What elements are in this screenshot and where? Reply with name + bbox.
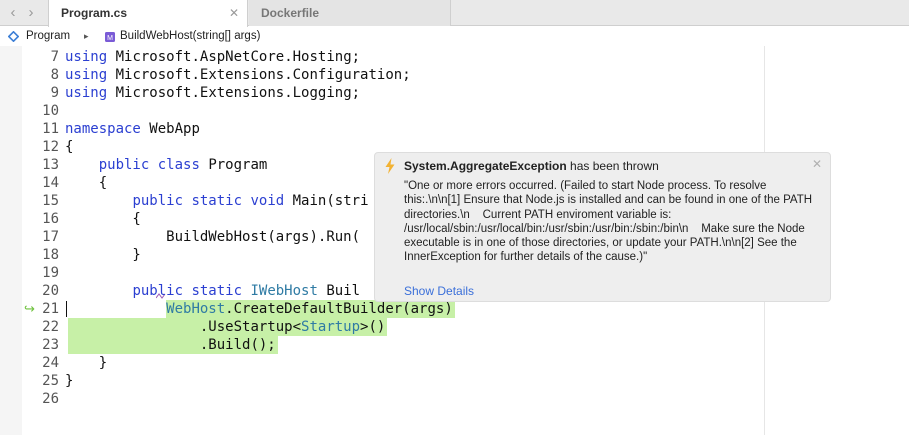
line-number: 22 [42, 319, 59, 335]
exception-suffix: has been thrown [566, 159, 659, 173]
code-line[interactable]: 25} [22, 372, 882, 390]
breadcrumb: Program ▸ M BuildWebHost(string[] args) [0, 27, 909, 46]
editor-margin [0, 46, 22, 435]
code-text: { [65, 139, 74, 155]
forward-arrow-icon[interactable]: › [22, 4, 40, 22]
code-text: using Microsoft.AspNetCore.Hosting; [65, 49, 361, 65]
line-number: 23 [42, 337, 59, 353]
line-number: 18 [42, 247, 59, 263]
code-line[interactable]: 7 using Microsoft.AspNetCore.Hosting; [22, 48, 882, 66]
namespace-diamond-icon [8, 31, 19, 42]
code-text: public static IWebHost Buil [132, 283, 361, 299]
line-number: 16 [42, 211, 59, 227]
tab-program-cs[interactable]: Program.cs ✕ [48, 0, 248, 27]
code-text: BuildWebHost(args).Run( [166, 229, 361, 245]
line-number: 10 [42, 103, 59, 119]
code-line[interactable]: 11 namespace WebApp [22, 120, 882, 138]
exception-title: System.AggregateException has been throw… [404, 159, 659, 173]
line-number: 13 [42, 157, 59, 173]
close-icon[interactable]: ✕ [812, 157, 822, 171]
line-number: 24 [42, 355, 59, 371]
execution-pointer-icon: ↪ [24, 301, 35, 316]
tab-bar: ‹ › Program.cs ✕ Dockerfile [0, 0, 909, 27]
lightning-bolt-icon [385, 158, 395, 174]
line-number: 11 [42, 121, 59, 137]
line-number: 26 [42, 391, 59, 407]
code-line[interactable]: 21 ↪ WebHost.CreateDefaultBuilder(args) [22, 300, 882, 318]
code-line[interactable]: 22 .UseStartup<Startup>() [22, 318, 882, 336]
code-text: { [65, 175, 108, 191]
line-number: 15 [42, 193, 59, 209]
breadcrumb-namespace[interactable]: Program [26, 27, 70, 46]
exception-type: System.AggregateException [404, 159, 567, 173]
code-text: } [65, 373, 74, 389]
tab-dockerfile[interactable]: Dockerfile [249, 0, 451, 26]
code-text: WebHost.CreateDefaultBuilder(args) [166, 301, 453, 317]
close-icon[interactable]: ✕ [229, 0, 239, 26]
code-text: { [65, 211, 141, 227]
code-line[interactable]: 10 [22, 102, 882, 120]
code-line[interactable]: 8 using Microsoft.Extensions.Configuratio… [22, 66, 882, 84]
line-number: 17 [42, 229, 59, 245]
code-line[interactable]: 23 .Build(); [22, 336, 882, 354]
code-text: } [65, 355, 108, 371]
code-text: namespace WebApp [65, 121, 200, 137]
code-line[interactable]: 24 } [22, 354, 882, 372]
exception-message: "One or more errors occurred. (Failed to… [404, 180, 816, 264]
code-line[interactable]: 26 [22, 390, 882, 408]
svg-text:M: M [107, 35, 113, 42]
breadcrumb-separator: ▸ [84, 31, 89, 41]
code-text: using Microsoft.Extensions.Logging; [65, 85, 361, 101]
show-details-link[interactable]: Show Details [404, 284, 474, 298]
code-text: .Build(); [65, 337, 276, 353]
line-number: 7 [50, 49, 59, 65]
line-number: 14 [42, 175, 59, 191]
code-text: } [65, 247, 141, 263]
tab-label: Dockerfile [261, 6, 320, 20]
line-number: 9 [50, 85, 59, 101]
line-number: 19 [42, 265, 59, 281]
line-number: 8 [50, 67, 59, 83]
code-text: public class Program [98, 157, 268, 173]
exception-popup: System.AggregateException has been throw… [374, 152, 831, 302]
code-line[interactable]: 9 using Microsoft.Extensions.Logging; [22, 84, 882, 102]
line-number: 20 [42, 283, 59, 299]
back-arrow-icon[interactable]: ‹ [4, 4, 22, 22]
tab-label: Program.cs [61, 6, 128, 20]
line-number: 25 [42, 373, 59, 389]
breadcrumb-method[interactable]: BuildWebHost(string[] args) [120, 27, 260, 46]
code-text: using Microsoft.Extensions.Configuration… [65, 67, 411, 83]
method-cube-icon: M [105, 32, 115, 42]
line-number: 12 [42, 139, 59, 155]
code-text: .UseStartup<Startup>() [65, 319, 386, 335]
code-text: public static void Main(stri [132, 193, 369, 209]
